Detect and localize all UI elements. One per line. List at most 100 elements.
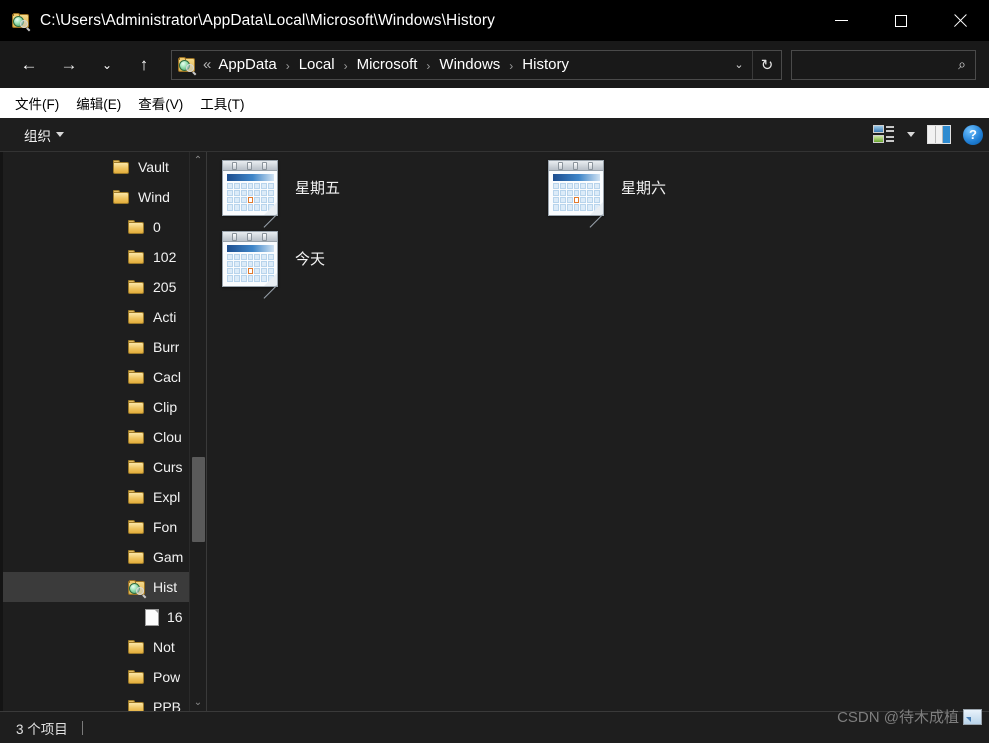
tree-item-vault[interactable]: Vault	[3, 152, 206, 182]
menu-file[interactable]: 文件(F)	[8, 89, 66, 117]
address-dropdown-button[interactable]: ⌄	[726, 51, 752, 79]
arrow-up-icon: ↑	[139, 55, 149, 74]
tree-item-label: 0	[153, 219, 161, 235]
view-mode-button[interactable]	[867, 118, 901, 152]
scroll-down-icon[interactable]: ⌄	[190, 694, 206, 711]
refresh-icon: ↻	[760, 56, 774, 74]
breadcrumb-overflow-icon[interactable]: «	[203, 56, 211, 73]
refresh-button[interactable]: ↻	[752, 50, 781, 79]
address-bar[interactable]: « AppData › Local › Microsoft › Windows …	[171, 49, 782, 80]
tree-item-16[interactable]: 16	[3, 602, 206, 632]
title-bar: C:\Users\Administrator\AppData\Local\Mic…	[0, 0, 989, 41]
navigation-pane-scrollbar[interactable]: ⌃ ⌄	[189, 152, 206, 711]
tree-item-cloudstore[interactable]: Clou	[3, 422, 206, 452]
breadcrumb-separator-icon[interactable]: ›	[344, 59, 348, 73]
list-item[interactable]: 星期五	[208, 152, 534, 228]
help-button[interactable]: ?	[957, 118, 989, 152]
tree-item-label: Burr	[153, 339, 180, 355]
breadcrumb-item-local[interactable]: Local	[297, 53, 337, 76]
folder-icon	[128, 429, 145, 445]
search-input[interactable]	[792, 57, 949, 72]
menu-edit[interactable]: 编辑(E)	[69, 89, 128, 117]
list-item[interactable]: 星期六	[534, 152, 860, 228]
organize-button[interactable]: 组织	[18, 122, 70, 148]
file-list-view: 星期五 星期六 今天	[208, 152, 989, 711]
tree-item-0[interactable]: 0	[3, 212, 206, 242]
preview-pane-icon	[927, 125, 951, 144]
close-button[interactable]	[930, 0, 989, 41]
tree-item-caches[interactable]: Cacl	[3, 362, 206, 392]
tree-item-cursors[interactable]: Curs	[3, 452, 206, 482]
breadcrumb-separator-icon[interactable]: ›	[426, 59, 430, 73]
menu-tools[interactable]: 工具(T)	[193, 89, 251, 117]
folder-icon	[128, 669, 145, 685]
status-divider	[81, 720, 83, 735]
breadcrumb-item-microsoft[interactable]: Microsoft	[355, 53, 420, 76]
minimize-icon	[835, 20, 848, 21]
tree-item-burn[interactable]: Burr	[3, 332, 206, 362]
toolbar-right-group: ?	[867, 118, 989, 152]
tree-item-1024[interactable]: 102	[3, 242, 206, 272]
folder-icon	[128, 399, 145, 415]
folder-icon	[128, 639, 145, 655]
folder-icon	[113, 159, 130, 175]
list-item-label: 星期五	[295, 180, 341, 197]
history-folder-icon	[128, 579, 145, 595]
breadcrumb-separator-icon[interactable]: ›	[509, 59, 513, 73]
tree-item-history[interactable]: Hist	[3, 572, 206, 602]
tree-item-label: Acti	[153, 309, 177, 325]
view-mode-dropdown-button[interactable]	[901, 118, 921, 152]
tree-item-label: Hist	[153, 579, 178, 595]
menu-view[interactable]: 查看(V)	[131, 89, 190, 117]
scroll-up-icon[interactable]: ⌃	[190, 152, 206, 169]
file-icon	[145, 608, 159, 626]
up-button[interactable]: ↑	[128, 49, 160, 81]
arrow-left-icon: ←	[20, 55, 38, 74]
minimize-button[interactable]	[812, 0, 871, 41]
tree-item-powershell[interactable]: Pow	[3, 662, 206, 692]
scrollbar-thumb[interactable]	[192, 457, 205, 542]
recent-locations-button[interactable]: ⌄	[91, 49, 123, 81]
arrow-right-icon: →	[60, 55, 78, 74]
tree-item-explorer[interactable]: Expl	[3, 482, 206, 512]
address-history-folder-icon	[178, 56, 196, 74]
tree-item-action[interactable]: Acti	[3, 302, 206, 332]
calendar-icon	[222, 159, 278, 228]
search-box[interactable]: ⌕	[791, 49, 976, 80]
tree-item-2052[interactable]: 205	[3, 272, 206, 302]
folder-icon	[128, 279, 145, 295]
list-item-label: 今天	[295, 251, 326, 268]
maximize-button[interactable]	[871, 0, 930, 41]
tree-item-label: 102	[153, 249, 177, 265]
status-bar: 3 个项目	[0, 711, 989, 743]
breadcrumb-separator-icon[interactable]: ›	[286, 59, 290, 73]
item-count-label: 3 个项目	[16, 721, 68, 737]
folder-icon	[128, 549, 145, 565]
tree-item-label: Vault	[138, 159, 169, 175]
tree-item-notifications[interactable]: Not	[3, 632, 206, 662]
tree-item-ppbr[interactable]: PPB	[3, 692, 206, 711]
preview-pane-button[interactable]	[921, 118, 957, 152]
tree-item-gameexplorer[interactable]: Gam	[3, 542, 206, 572]
breadcrumb-item-history[interactable]: History	[520, 53, 571, 76]
menu-bar: 文件(F) 编辑(E) 查看(V) 工具(T)	[0, 88, 989, 118]
tree-item-label: Clou	[153, 429, 182, 445]
back-button[interactable]: ←	[13, 49, 45, 81]
search-icon[interactable]: ⌕	[949, 56, 975, 73]
close-icon	[953, 14, 967, 28]
folder-icon	[128, 459, 145, 475]
tree-item-fonts[interactable]: Fon	[3, 512, 206, 542]
breadcrumb-item-appdata[interactable]: AppData	[216, 53, 278, 76]
breadcrumb-item-windows[interactable]: Windows	[437, 53, 502, 76]
tree-item-label: Curs	[153, 459, 183, 475]
tree-item-label: Cacl	[153, 369, 182, 385]
forward-button[interactable]: →	[53, 49, 85, 81]
list-item[interactable]: 今天	[208, 223, 534, 299]
folder-icon	[128, 489, 145, 505]
window-controls	[812, 0, 989, 41]
tree-item-windows[interactable]: Wind	[3, 182, 206, 212]
calendar-icon	[548, 159, 604, 228]
folder-icon	[113, 189, 130, 205]
navigation-bar: ← → ⌄ ↑ « AppData › Local › Microsoft › …	[0, 41, 989, 88]
tree-item-clipboard[interactable]: Clip	[3, 392, 206, 422]
